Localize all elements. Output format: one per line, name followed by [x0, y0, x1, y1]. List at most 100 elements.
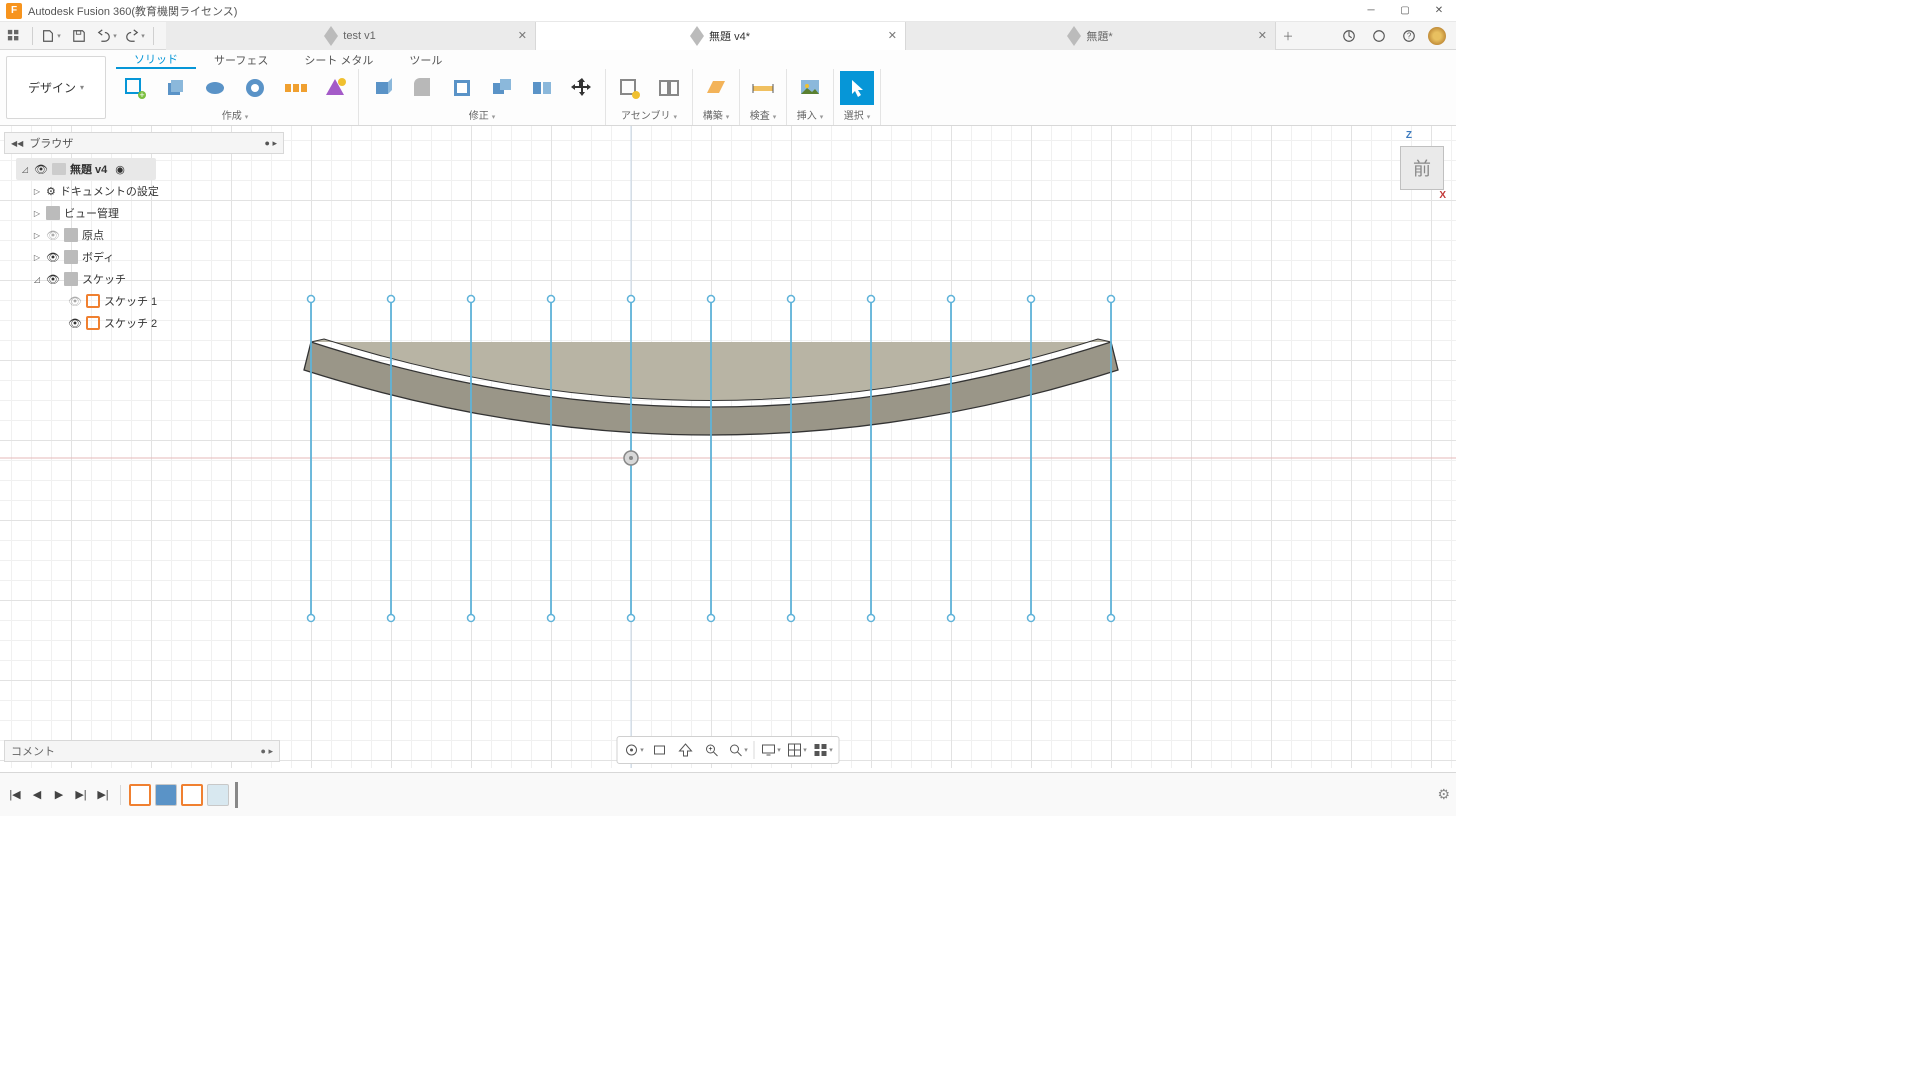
tree-root[interactable]: ◿👁 無題 v4 ◉ [16, 158, 156, 180]
tool-group-select: 選択 [834, 69, 881, 125]
help-button[interactable]: ? [1396, 24, 1422, 48]
new-tab-button[interactable]: ＋ [1276, 22, 1300, 50]
tool-group-inspect: 検査 [740, 69, 787, 125]
tool-group-insert: 挿入 [787, 69, 834, 125]
fillet-tool[interactable] [405, 71, 439, 105]
timeline-feature-sketch[interactable] [129, 784, 151, 806]
orbit-button[interactable] [622, 738, 646, 762]
zoom-button[interactable]: + [700, 738, 724, 762]
minimize-button[interactable]: ─ [1354, 0, 1388, 22]
grid-settings-button[interactable] [785, 738, 809, 762]
group-label[interactable]: 構築 [703, 107, 730, 122]
title-bar: F Autodesk Fusion 360(教育機関ライセンス) ─ ▢ ✕ [0, 0, 1456, 22]
browser-header[interactable]: ◀◀ ブラウザ ● ▸ [4, 132, 284, 154]
group-label[interactable]: アセンブリ [621, 107, 677, 122]
timeline-next-button[interactable]: ▶| [72, 786, 90, 804]
ribbon-tab-surface[interactable]: サーフェス [196, 50, 286, 69]
maximize-button[interactable]: ▢ [1388, 0, 1422, 22]
group-label[interactable]: 選択 [844, 107, 871, 122]
tree-item-doc-settings[interactable]: ▷⚙ドキュメントの設定 [4, 180, 284, 202]
tree-item-origin[interactable]: ▷👁原点 [4, 224, 284, 246]
user-avatar[interactable] [1428, 27, 1446, 45]
browser-title: ブラウザ [29, 135, 73, 151]
viewcube-face[interactable]: 前 [1400, 146, 1444, 190]
ribbon-tabs: ソリッド サーフェス シート メタル ツール [112, 50, 1456, 69]
document-icon [324, 26, 338, 46]
press-pull-tool[interactable] [365, 71, 399, 105]
file-menu-button[interactable] [39, 24, 63, 48]
joint-tool[interactable] [652, 71, 686, 105]
ribbon-tab-tools[interactable]: ツール [391, 50, 460, 69]
pattern-tool[interactable] [278, 71, 312, 105]
ribbon-tab-sheetmetal[interactable]: シート メタル [286, 50, 391, 69]
shell-tool[interactable] [445, 71, 479, 105]
save-button[interactable] [67, 24, 91, 48]
timeline: |◀ ◀ ▶ ▶| ▶| ⚙ [0, 772, 1456, 816]
move-tool[interactable] [565, 71, 599, 105]
look-at-button[interactable] [648, 738, 672, 762]
ribbon: デザイン ソリッド サーフェス シート メタル ツール + 作成 [0, 50, 1456, 126]
close-tab-icon[interactable]: ✕ [518, 29, 527, 42]
tool-group-modify: 修正 [359, 69, 606, 125]
new-component-tool[interactable] [612, 71, 646, 105]
close-button[interactable]: ✕ [1422, 0, 1456, 22]
viewport-layout-button[interactable] [811, 738, 835, 762]
tree-item-sketch[interactable]: 👁スケッチ 1 [4, 290, 284, 312]
tree-item-sketch[interactable]: 👁スケッチ 2 [4, 312, 284, 334]
display-settings-button[interactable] [759, 738, 783, 762]
hole-tool[interactable] [238, 71, 272, 105]
tab-label: 無題 v4* [709, 28, 750, 44]
timeline-settings-button[interactable]: ⚙ [1437, 786, 1450, 803]
close-tab-icon[interactable]: ✕ [1258, 29, 1267, 42]
pin-icon[interactable]: ● ▸ [265, 138, 277, 149]
redo-button[interactable] [123, 24, 147, 48]
timeline-end-button[interactable]: ▶| [94, 786, 112, 804]
revolve-tool[interactable] [198, 71, 232, 105]
tree-item-views[interactable]: ▷ビュー管理 [4, 202, 284, 224]
axis-x-label: X [1439, 190, 1446, 201]
create-sketch-tool[interactable]: + [118, 71, 152, 105]
window-title: Autodesk Fusion 360(教育機関ライセンス) [28, 3, 237, 19]
group-label[interactable]: 修正 [469, 107, 496, 122]
data-panel-button[interactable] [2, 24, 26, 48]
viewcube[interactable]: Z 前 X [1400, 132, 1444, 190]
pin-icon[interactable]: ● ▸ [261, 746, 273, 757]
comment-label: コメント [11, 743, 55, 759]
document-tab[interactable]: 無題 v4* ✕ [536, 22, 906, 50]
undo-button[interactable] [95, 24, 119, 48]
close-tab-icon[interactable]: ✕ [888, 29, 897, 42]
extrude-tool[interactable] [158, 71, 192, 105]
tree-item-sketches[interactable]: ◿👁スケッチ [4, 268, 284, 290]
zoom-window-button[interactable] [726, 738, 750, 762]
tool-group-construct: 構築 [693, 69, 740, 125]
document-tab[interactable]: 無題* ✕ [906, 22, 1276, 50]
tree-item-bodies[interactable]: ▷👁ボディ [4, 246, 284, 268]
timeline-feature-extrude[interactable] [155, 784, 177, 806]
create-form-tool[interactable] [318, 71, 352, 105]
timeline-marker[interactable] [235, 782, 238, 808]
timeline-feature-sketch[interactable] [181, 784, 203, 806]
combine-tool[interactable] [485, 71, 519, 105]
insert-decal-tool[interactable] [793, 71, 827, 105]
construct-plane-tool[interactable] [699, 71, 733, 105]
timeline-play-button[interactable]: ▶ [50, 786, 68, 804]
timeline-prev-button[interactable]: ◀ [28, 786, 46, 804]
group-label[interactable]: 検査 [750, 107, 777, 122]
timeline-feature[interactable] [207, 784, 229, 806]
tool-group-create: + 作成 [112, 69, 359, 125]
group-label[interactable]: 作成 [222, 107, 249, 122]
document-tab[interactable]: test v1 ✕ [166, 22, 536, 50]
ribbon-tab-solid[interactable]: ソリッド [116, 50, 196, 69]
comment-panel[interactable]: コメント ● ▸ [4, 740, 280, 762]
workspace-switcher[interactable]: デザイン [6, 56, 106, 119]
job-status-button[interactable] [1366, 24, 1392, 48]
svg-text:+: + [139, 90, 144, 100]
measure-tool[interactable] [746, 71, 780, 105]
group-label[interactable]: 挿入 [797, 107, 824, 122]
pan-button[interactable] [674, 738, 698, 762]
split-tool[interactable] [525, 71, 559, 105]
select-tool[interactable] [840, 71, 874, 105]
browser-panel: ◀◀ ブラウザ ● ▸ ◿👁 無題 v4 ◉ ▷⚙ドキュメントの設定 ▷ビュー管… [4, 132, 284, 338]
timeline-start-button[interactable]: |◀ [6, 786, 24, 804]
extensions-button[interactable] [1336, 24, 1362, 48]
